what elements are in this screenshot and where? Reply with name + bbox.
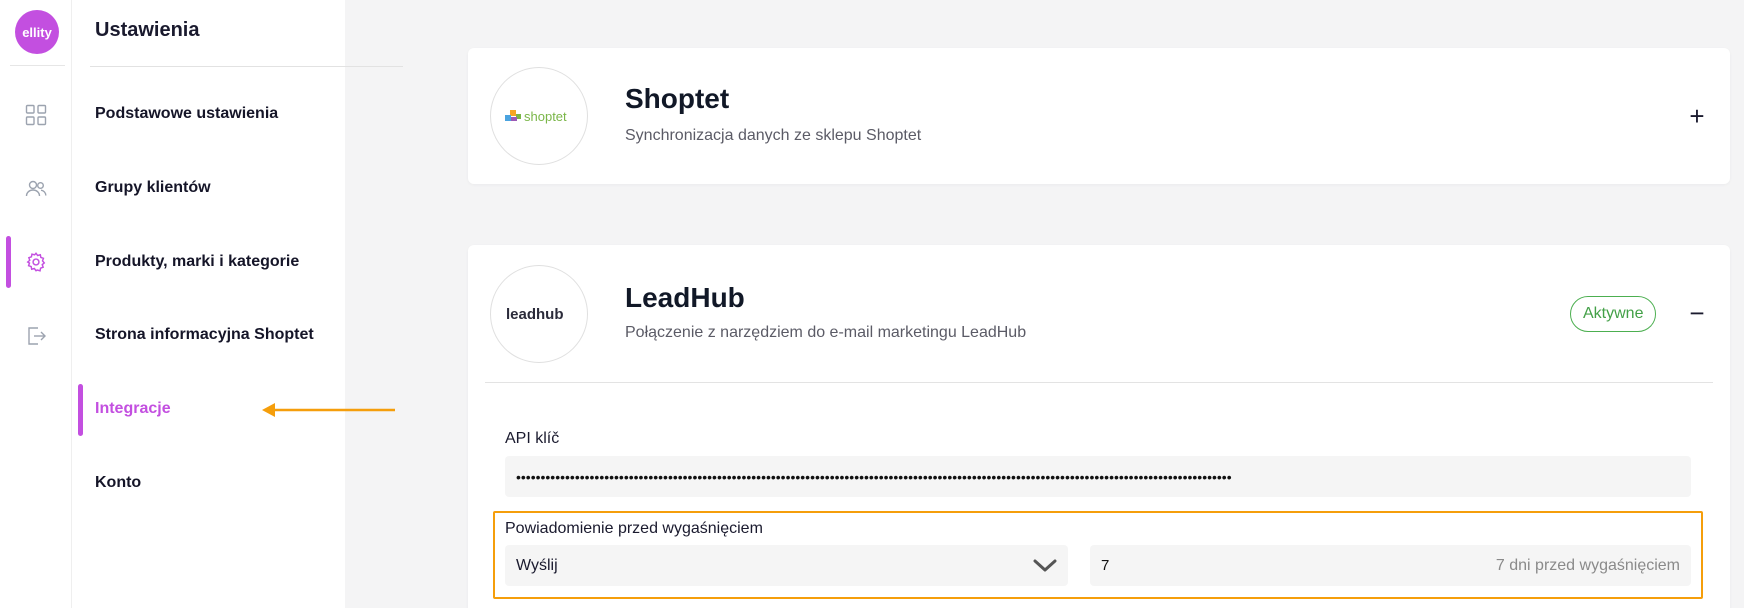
pointer-arrow-icon: [262, 403, 395, 417]
chevron-down-icon: [1033, 559, 1057, 571]
nav-item-customer-groups[interactable]: Grupy klientów: [95, 179, 211, 197]
leadhub-logo-text: leadhub: [506, 306, 564, 323]
collapse-button[interactable]: −: [1686, 300, 1708, 326]
nav-active-indicator: [78, 384, 83, 436]
card-divider: [485, 382, 1713, 383]
dashboard-icon[interactable]: [22, 101, 50, 129]
icon-rail: ellity: [0, 0, 72, 608]
expiry-notice-select[interactable]: Wyślij: [505, 545, 1068, 586]
integration-subtitle: Połączenie z narzędziem do e-mail market…: [625, 324, 1027, 341]
nav-item-products[interactable]: Produkty, marki i kategorie: [95, 253, 299, 271]
expiry-notice-label: Powiadomienie przed wygaśnięciem: [505, 520, 763, 537]
integration-title: LeadHub: [625, 282, 745, 313]
api-key-label: API klíč: [505, 430, 560, 447]
nav-item-account[interactable]: Konto: [95, 474, 141, 492]
nav-item-basic-settings[interactable]: Podstawowe ustawienia: [95, 105, 278, 123]
integration-title: Shoptet: [625, 83, 730, 114]
expiry-days-hint: 7 dni przed wygaśnięciem: [1495, 556, 1680, 574]
api-key-input[interactable]: ••••••••••••••••••••••••••••••••••••••••…: [505, 456, 1691, 497]
nav-item-info-page[interactable]: Strona informacyjna Shoptet: [95, 326, 314, 344]
leadhub-logo: leadhub: [490, 265, 588, 363]
users-icon[interactable]: [22, 175, 50, 203]
settings-title: Ustawienia: [95, 19, 200, 41]
expiry-notice-select-value: Wyślij: [516, 556, 558, 574]
expand-button[interactable]: +: [1686, 103, 1708, 129]
app-logo[interactable]: ellity: [15, 10, 59, 54]
shoptet-logo: shoptet: [490, 67, 588, 165]
status-badge: Aktywne: [1570, 296, 1657, 332]
expiry-days-value: 7: [1101, 557, 1110, 574]
integration-subtitle: Synchronizacja danych ze sklepu Shoptet: [625, 127, 922, 144]
shoptet-logo-text: shoptet: [524, 109, 567, 124]
integration-card-shoptet: shoptet Shoptet Synchronizacja danych ze…: [468, 48, 1730, 184]
logout-icon[interactable]: [22, 322, 50, 350]
rail-active-indicator: [6, 236, 11, 288]
rail-divider: [10, 65, 65, 66]
integration-card-leadhub: leadhub LeadHub Połączenie z narzędziem …: [468, 245, 1730, 608]
expiry-days-input[interactable]: 7 7 dni przed wygaśnięciem: [1090, 545, 1691, 586]
settings-nav: Ustawienia Podstawowe ustawienia Grupy k…: [72, 0, 403, 608]
gear-icon[interactable]: [22, 248, 50, 276]
nav-divider: [90, 66, 403, 67]
nav-item-integrations[interactable]: Integracje: [95, 400, 171, 418]
